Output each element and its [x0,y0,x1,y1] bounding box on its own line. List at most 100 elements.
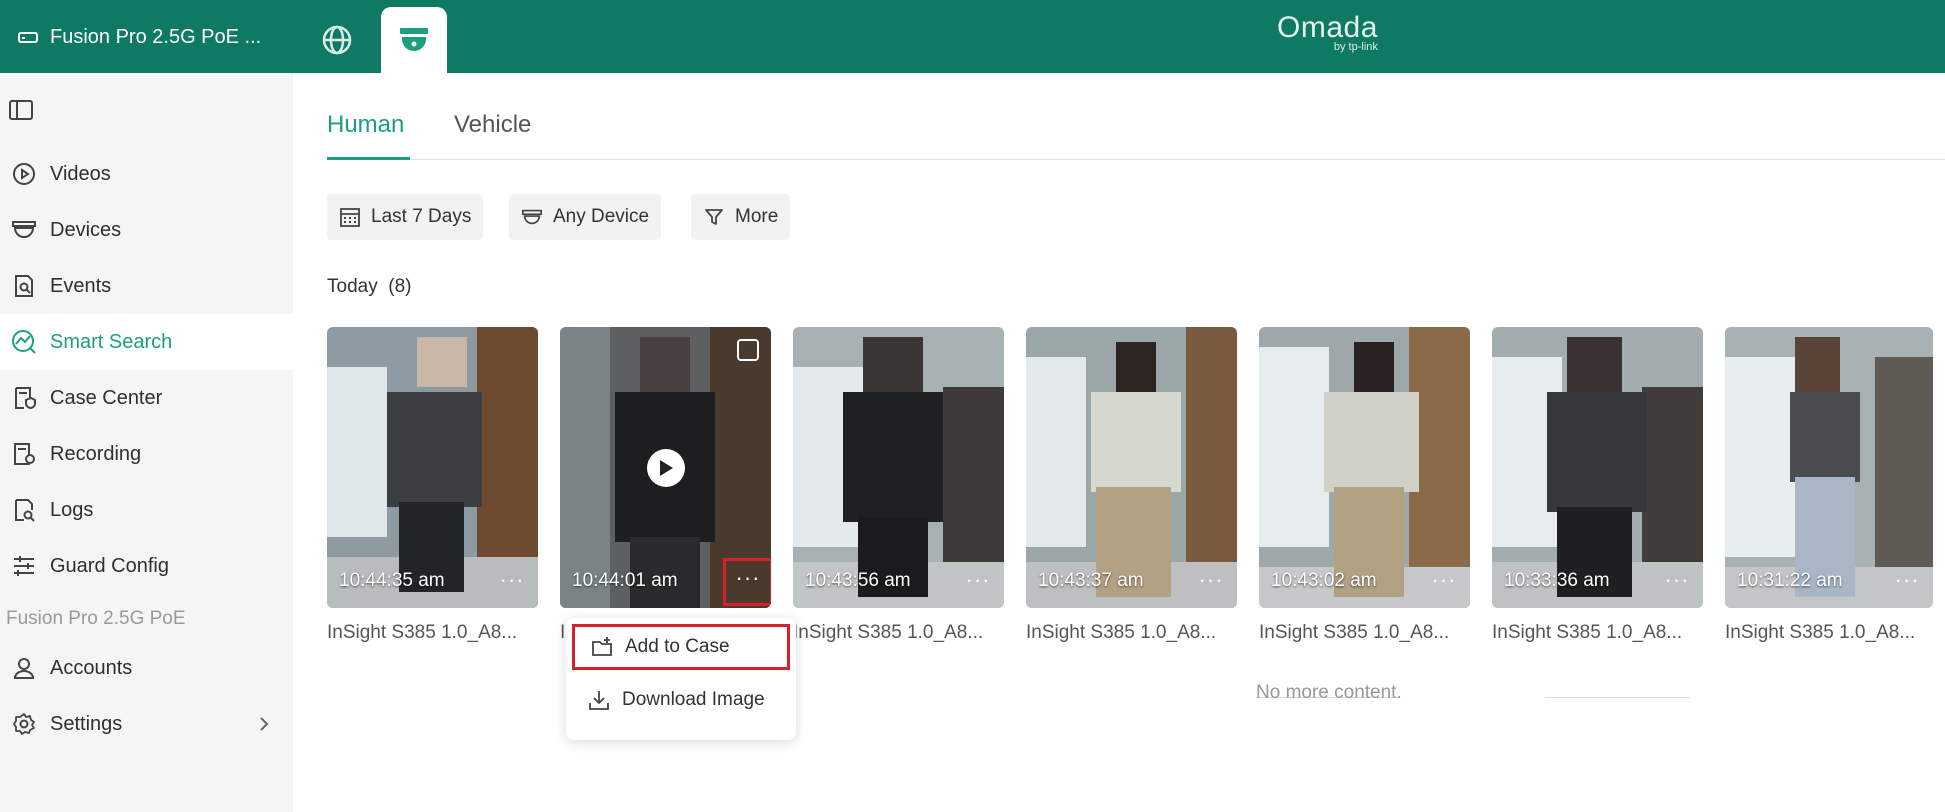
card-timestamp: 10:43:56 am [805,570,911,591]
recording-settings-icon [11,441,37,467]
card-more-button[interactable]: ··· [1197,569,1225,598]
sidebar-item-label: Guard Config [50,554,169,577]
result-card[interactable]: 10:43:56 am ··· [793,327,1004,608]
sidebar-collapse-button[interactable] [8,99,34,121]
camera-dome-icon [11,217,37,243]
sidebar-item-settings[interactable]: Settings [0,696,293,752]
card-camera-label: InSight S385 1.0_A8... [1492,622,1683,643]
smart-search-icon [11,329,37,355]
sidebar-item-smart-search[interactable]: Smart Search [0,314,293,370]
gear-icon [11,711,37,737]
card-more-button[interactable]: ··· [1663,569,1691,598]
result-card[interactable]: 10:43:02 am ··· [1259,327,1470,608]
add-to-case-icon [591,636,613,658]
download-image-label: Download Image [622,689,765,710]
sidebar-item-label: Case Center [50,386,163,409]
calendar-icon [339,206,361,228]
person-snapshot [1725,327,1933,608]
card-more-button[interactable]: ··· [1430,569,1458,598]
card-timestamp: 10:44:35 am [339,570,445,591]
select-checkbox[interactable] [737,339,759,361]
sidebar-item-label: Devices [50,218,122,241]
sidebar-item-accounts[interactable]: Accounts [0,640,293,696]
sidebar-item-events[interactable]: Events [0,258,293,314]
card-more-button[interactable]: ··· [1893,569,1921,598]
date-filter-label: Last 7 Days [371,206,472,227]
card-timestamp: 10:43:37 am [1038,570,1144,591]
card-camera-label: InSight S385 1.0_A8... [1026,622,1217,643]
sidebar-item-label: Smart Search [50,330,173,353]
person-snapshot [793,327,1004,608]
card-camera-label: InSight S385 1.0_A8... [1259,622,1450,643]
card-timestamp: 10:33:36 am [1504,570,1610,591]
result-card[interactable]: 10:43:37 am ··· [1026,327,1237,608]
sliders-icon [11,553,37,579]
more-filter-label: More [735,206,779,227]
sidebar-item-label: Accounts [50,656,133,679]
device-selector[interactable]: Fusion Pro 2.5G PoE ... [18,22,261,52]
card-timestamp: 10:43:02 am [1271,570,1377,591]
result-card[interactable]: 10:44:35 am ··· [327,327,538,608]
sidebar-group-label: Fusion Pro 2.5G PoE [6,608,186,629]
sidebar-item-logs[interactable]: Logs [0,482,293,538]
tab-vehicle[interactable]: Vehicle [454,111,531,139]
sidebar-item-label: Events [50,274,112,297]
person-snapshot [1026,327,1237,608]
top-bar: Fusion Pro 2.5G PoE ... Omada by tp-link [0,0,1945,73]
card-more-button[interactable]: ··· [964,569,992,598]
person-snapshot [327,327,538,608]
play-circle-icon [11,161,37,187]
add-to-case-menu-item[interactable]: Add to Case [572,624,790,670]
card-camera-label: InSight S385 1.0_A8... [793,622,984,643]
no-more-content-text: No more content. [1256,682,1402,703]
play-icon [660,460,673,476]
no-more-divider-right-visible [1545,697,1690,698]
device-icon [18,32,38,43]
camera-dome-icon [400,28,428,51]
case-shield-icon [11,385,37,411]
section-title: Today [327,276,378,297]
more-filter-button[interactable]: More [691,194,791,240]
network-tab[interactable] [304,7,370,73]
main-content: Human Vehicle Last 7 Days Any Device Mor… [293,73,1945,812]
add-to-case-label: Add to Case [625,636,730,657]
card-timestamp: 10:31:22 am [1737,570,1843,591]
download-image-menu-item[interactable]: Download Image [572,677,790,723]
sidebar-item-label: Recording [50,442,142,465]
sidebar-item-recording[interactable]: Recording [0,426,293,482]
card-context-menu: Add to Case Download Image [566,618,796,740]
device-filter-button[interactable]: Any Device [509,194,662,240]
person-snapshot [1492,327,1703,608]
omada-logo: Omada by tp-link [1277,11,1378,53]
sidebar-item-guard-config[interactable]: Guard Config [0,538,293,594]
globe-icon [322,25,352,55]
card-camera-label: InSight S385 1.0_A8... [1725,622,1916,643]
chevron-right-icon [260,717,269,731]
sidebar-toggle-icon [9,100,33,120]
tab-human[interactable]: Human [327,111,404,139]
sidebar: Videos Devices Events Smart Search Case … [0,73,293,812]
play-button[interactable] [647,449,685,487]
person-snapshot [1259,327,1470,608]
sidebar-item-label: Videos [50,162,111,185]
card-more-button[interactable]: ··· [723,558,771,606]
card-timestamp: 10:44:01 am [572,570,678,591]
sidebar-item-videos[interactable]: Videos [0,146,293,202]
result-card[interactable]: 10:44:01 am ··· [560,327,771,608]
result-card[interactable]: 10:31:22 am ··· [1725,327,1933,608]
card-camera-label: InSight S385 1.0_A8... [327,622,518,643]
section-header: Today (8) [327,276,412,298]
tab-divider [327,159,1945,160]
sidebar-item-case-center[interactable]: Case Center [0,370,293,426]
sidebar-item-devices[interactable]: Devices [0,202,293,258]
section-count: (8) [388,276,412,297]
card-more-button[interactable]: ··· [498,569,526,598]
user-icon [11,655,37,681]
active-tab-indicator [327,157,410,160]
surveillance-tab[interactable] [381,7,447,73]
filter-funnel-icon [703,206,725,228]
result-card[interactable]: 10:33:36 am ··· [1492,327,1703,608]
log-search-icon [11,497,37,523]
date-filter-button[interactable]: Last 7 Days [327,194,484,240]
sidebar-item-label: Settings [50,712,123,735]
